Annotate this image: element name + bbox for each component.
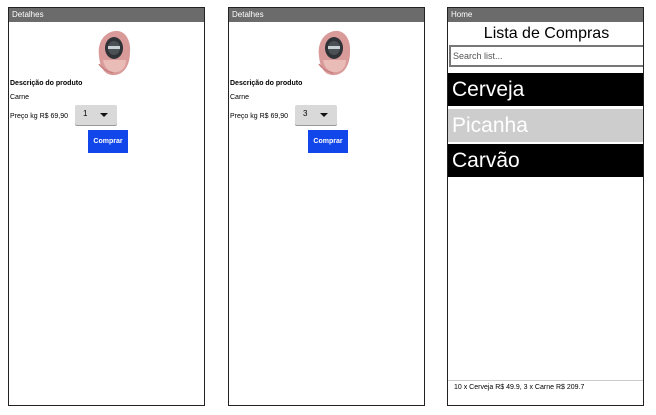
quantity-dropdown[interactable]: 3 <box>295 105 337 125</box>
price-label: Preço kg R$ 69,90 <box>230 113 288 120</box>
list-item-carvao[interactable]: Carvão <box>448 144 643 177</box>
quantity-value: 3 <box>303 109 308 118</box>
window-title: Home <box>448 8 643 22</box>
window-title: Detalhes <box>229 8 424 22</box>
window-title: Detalhes <box>9 8 204 22</box>
quantity-value: 1 <box>83 109 88 118</box>
buy-button[interactable]: Comprar <box>308 130 348 153</box>
home-screen: Home Lista de Compras Cerveja Picanha Ca… <box>447 7 644 406</box>
quantity-dropdown[interactable]: 1 <box>75 105 117 125</box>
buy-button[interactable]: Comprar <box>88 130 128 153</box>
list-item-cerveja[interactable]: Cerveja <box>448 73 643 106</box>
price-label: Preço kg R$ 69,90 <box>10 113 68 120</box>
details-screen-2: Detalhes Descrição do produto Carne Preç… <box>228 7 425 406</box>
dropdown-arrow-icon <box>100 113 108 117</box>
description-heading: Descrição do produto <box>230 80 303 87</box>
list-title: Lista de Compras <box>483 25 610 42</box>
product-name: Carne <box>10 94 30 101</box>
description-heading: Descrição do produto <box>10 80 83 87</box>
product-name: Carne <box>230 94 250 101</box>
details-screen-1: Detalhes Descrição do produto Carne Preç… <box>8 7 205 406</box>
dropdown-arrow-icon <box>320 113 328 117</box>
list-item-picanha[interactable]: Picanha <box>448 109 643 142</box>
meat-product-image <box>318 30 351 76</box>
search-input[interactable] <box>449 45 643 67</box>
meat-product-image <box>98 30 131 76</box>
cart-summary: 10 x Cerveja R$ 49.9, 3 x Carne R$ 209.7 <box>448 380 643 405</box>
